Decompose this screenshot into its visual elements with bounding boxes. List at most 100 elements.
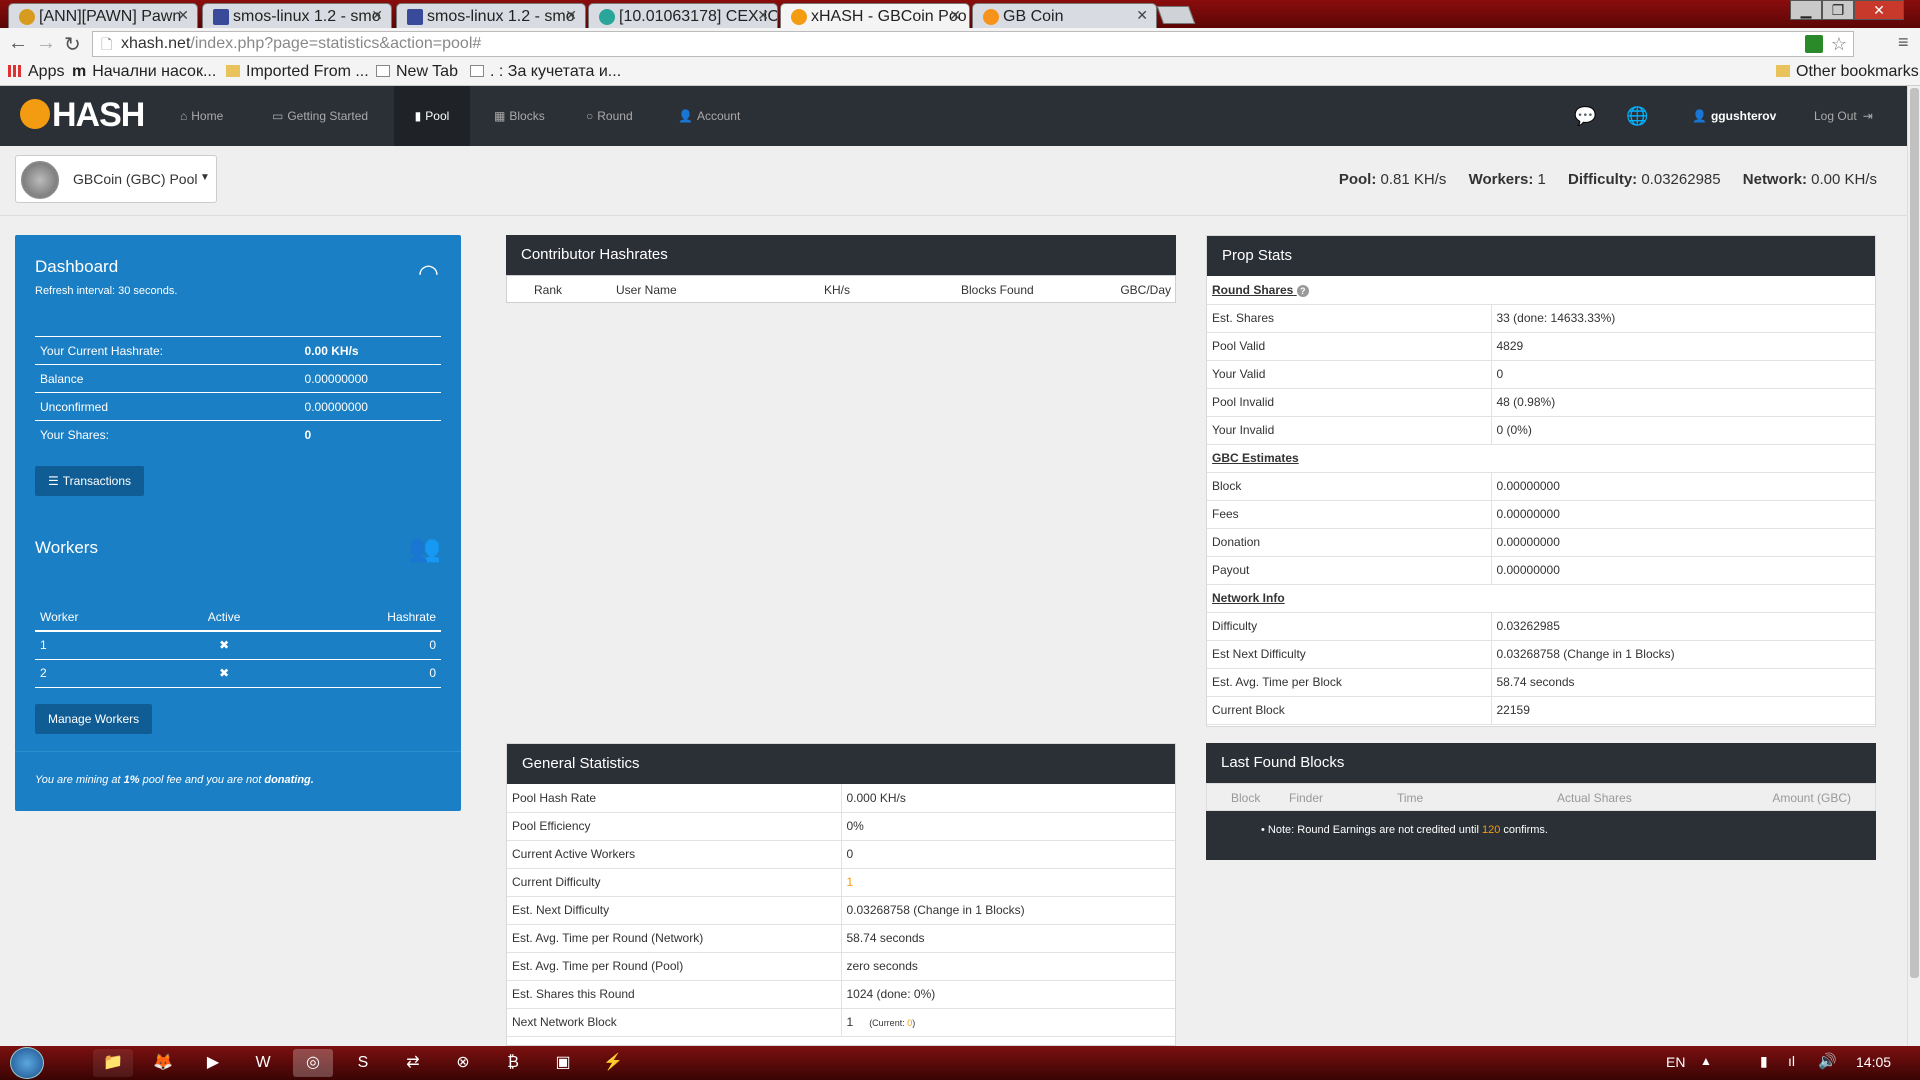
signal-icon[interactable]: ıl <box>1788 1053 1795 1069</box>
close-icon[interactable]: ✕ <box>371 7 383 24</box>
section-row: GBC Estimates <box>1207 444 1875 473</box>
browser-tab[interactable]: [10.01063178] CEX.IO ✕ <box>588 3 778 28</box>
pool-selector[interactable]: GBCoin (GBC) Pool ▼ <box>15 155 217 203</box>
tab-title: [ANN][PAWN] Pawn <box>39 8 182 25</box>
globe-icon[interactable]: 🌐 <box>1622 86 1652 146</box>
speedometer-icon: ◠ <box>418 260 439 287</box>
close-icon[interactable]: ✕ <box>1136 7 1148 24</box>
url-input[interactable]: 🗋 xhash.net/index.php?page=statistics&ac… <box>92 31 1854 57</box>
table-row: Est. Avg. Time per Block 58.74 seconds <box>1207 668 1875 697</box>
browser-tab[interactable]: smos-linux 1.2 - smo ✕ <box>396 3 586 28</box>
chat-icon[interactable]: 💬 <box>1570 86 1600 146</box>
caret-down-icon: ▼ <box>200 172 210 183</box>
dashboard-panel: Dashboard Refresh interval: 30 seconds. … <box>15 235 461 811</box>
maximize-button[interactable]: ❐ <box>1822 0 1854 20</box>
browser-tab[interactable]: GB Coin ✕ <box>972 3 1157 28</box>
nav-blocks[interactable]: ▦ Blocks <box>490 86 556 146</box>
table-row: Payout 0.00000000 <box>1207 556 1875 585</box>
menu-icon[interactable]: ≡ <box>1898 32 1909 53</box>
browser-tab[interactable]: [ANN][PAWN] Pawn ✕ <box>8 3 198 28</box>
users-icon: 👥 <box>408 533 441 563</box>
nav-home[interactable]: ⌂ Home <box>176 86 240 146</box>
general-statistics-panel: General Statistics Pool Hash Rate 0.000 K… <box>506 743 1176 1046</box>
logout-link[interactable]: Log Out ⇥ <box>1810 86 1877 146</box>
bookmark-star-icon[interactable]: ☆ <box>1831 32 1847 56</box>
stat-label: Workers: <box>1468 171 1534 188</box>
tray-arrow-icon[interactable]: ▲ <box>1700 1054 1712 1068</box>
bookmark-apps[interactable]: Apps <box>8 63 64 81</box>
volume-icon[interactable]: 🔊 <box>1818 1052 1837 1070</box>
url-path: /index.php?page=statistics&action=pool# <box>190 35 482 52</box>
close-icon[interactable]: ✕ <box>757 7 769 24</box>
close-icon[interactable]: ✕ <box>565 7 577 24</box>
minimize-button[interactable]: ▁ <box>1790 0 1822 20</box>
reload-icon[interactable]: ↻ <box>64 32 81 57</box>
media-player-icon[interactable]: ▶ <box>193 1049 233 1077</box>
bookmark-other-folder[interactable]: Other bookmarks <box>1776 63 1919 81</box>
browser-tab[interactable]: smos-linux 1.2 - smo ✕ <box>202 3 392 28</box>
nav-pool[interactable]: ▮ Pool <box>394 86 470 146</box>
table-row: Balance 0.00000000 <box>35 364 441 393</box>
table-row: Est. Shares this Round 1024 (done: 0%) <box>507 980 1175 1009</box>
browser-tab-bar: [ANN][PAWN] Pawn ✕ smos-linux 1.2 - smo ✕ … <box>0 0 1920 28</box>
explorer-icon[interactable]: 📁 <box>93 1049 133 1077</box>
bookmark-folder[interactable]: Imported From ... <box>226 63 369 81</box>
new-tab-button[interactable] <box>1156 6 1196 24</box>
list-icon: ☰ <box>48 474 59 488</box>
dashboard-stats-table: Your Current Hashrate: 0.00 KH/s Balance 0… <box>35 336 441 449</box>
bookmarks-bar: Apps m Начални насок... Imported From ...… <box>0 60 1920 86</box>
user-menu[interactable]: 👤 ggushterov <box>1688 86 1780 146</box>
back-arrow-icon[interactable]: ← <box>8 32 28 55</box>
last-found-blocks-panel: Last Found Blocks Block Finder Time Actu… <box>1206 743 1876 860</box>
stat-pool-value: 0.81 KH/s <box>1380 171 1447 188</box>
bookmark-item[interactable]: New Tab <box>376 63 458 81</box>
clock[interactable]: 14:05 <box>1856 1054 1891 1070</box>
nav-round[interactable]: ○ Round <box>582 86 642 146</box>
nav-getting-started[interactable]: ▭ Getting Started <box>268 86 380 146</box>
refresh-interval: Refresh interval: 30 seconds. <box>35 285 178 297</box>
close-icon[interactable]: ✕ <box>949 7 961 24</box>
bitcoin-icon[interactable]: ₿ <box>493 1049 533 1077</box>
network-icon[interactable]: ▣ <box>543 1049 583 1077</box>
skype-icon[interactable]: S <box>343 1049 383 1077</box>
table-header: Block Finder Time Actual Shares Amount (… <box>1206 783 1876 811</box>
network-tray-icon[interactable]: ▮ <box>1760 1053 1768 1070</box>
table-row: Your Invalid 0 (0%) <box>1207 416 1875 445</box>
transactions-button[interactable]: ☰ Transactions <box>35 466 145 496</box>
close-window-button[interactable]: ✕ <box>1854 0 1904 20</box>
stat-label: Pool: <box>1338 171 1377 188</box>
browser-tab-active[interactable]: xHASH - GBCoin Poo ✕ <box>780 3 970 28</box>
chrome-icon[interactable]: ◎ <box>293 1049 333 1077</box>
teamviewer-icon[interactable]: ⇄ <box>393 1049 433 1077</box>
firefox-icon[interactable]: 🦊 <box>143 1049 183 1077</box>
tab-title: smos-linux 1.2 - smo <box>427 8 575 25</box>
page-scrollbar[interactable] <box>1907 86 1920 1046</box>
logout-icon: ⇥ <box>1862 109 1873 123</box>
panel-title: Last Found Blocks <box>1206 743 1876 783</box>
close-icon[interactable]: ✕ <box>177 7 189 24</box>
site-logo[interactable]: HASH <box>20 96 145 136</box>
pool-stats: Pool: 0.81 KH/s Workers: 1 Difficulty: 0… <box>1321 171 1877 188</box>
manage-workers-button[interactable]: Manage Workers <box>35 704 153 734</box>
bookmark-item[interactable]: m Начални насок... <box>72 63 216 81</box>
start-button[interactable] <box>10 1047 44 1079</box>
stat-label: Difficulty: <box>1568 171 1638 188</box>
tab-title: xHASH - GBCoin Poo <box>811 8 967 25</box>
word-icon[interactable]: W <box>243 1049 283 1077</box>
tab-favicon-icon <box>791 9 807 25</box>
nav-account[interactable]: 👤 Account <box>674 86 754 146</box>
app-icon[interactable]: ⊗ <box>443 1049 483 1077</box>
folder-icon <box>1776 65 1790 77</box>
stat-workers-value: 1 <box>1537 171 1546 188</box>
extension-icon[interactable] <box>1805 35 1823 53</box>
dashboard-title: Dashboard <box>35 257 119 276</box>
scrollbar-thumb[interactable] <box>1910 88 1919 978</box>
table-row: Block 0.00000000 <box>1207 472 1875 501</box>
forward-arrow-icon[interactable]: → <box>36 32 56 55</box>
language-indicator[interactable]: EN <box>1666 1054 1685 1070</box>
table-header: Worker Active Hashrate <box>35 603 441 632</box>
bookmark-item[interactable]: . : За кучетата и... <box>470 63 621 81</box>
app-icon[interactable]: ⚡ <box>593 1049 633 1077</box>
info-icon[interactable]: ? <box>1296 284 1309 297</box>
page-icon <box>376 65 390 77</box>
